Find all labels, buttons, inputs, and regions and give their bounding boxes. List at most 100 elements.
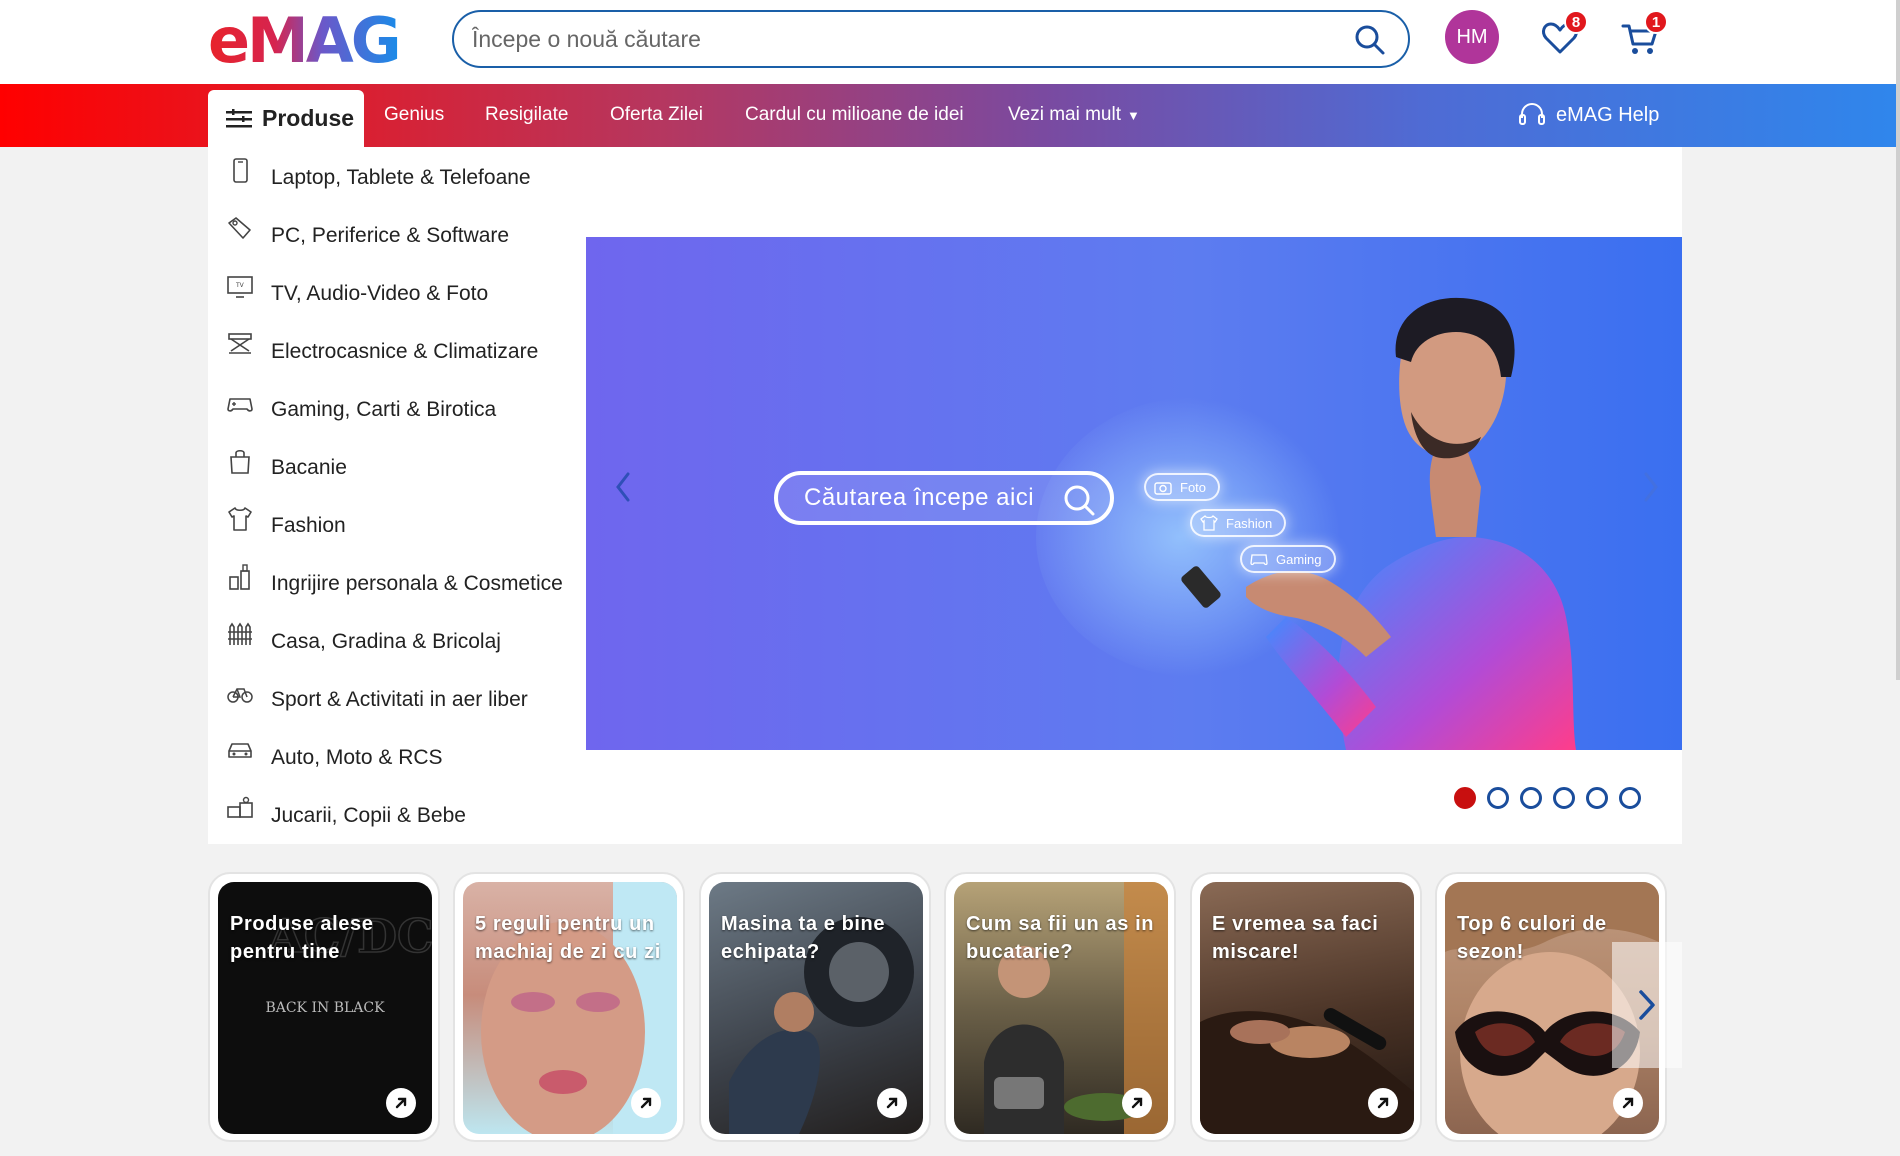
category-label: Jucarii, Copii & Bebe	[271, 804, 466, 827]
nav-item-vezi-mai-mult[interactable]: Vezi mai mult ▼	[1008, 104, 1140, 126]
arrow-up-right-icon[interactable]	[386, 1088, 416, 1118]
category-laptop[interactable]: Laptop, Tablete & Telefoane	[208, 147, 586, 205]
story-cards: AC/DC BACK IN BLACK Produse alese pentru…	[208, 872, 1678, 1142]
carousel-dot[interactable]	[1619, 787, 1641, 809]
category-label: Bacanie	[271, 456, 347, 479]
category-label: Ingrijire personala & Cosmetice	[271, 572, 563, 595]
caret-down-icon: ▼	[1126, 108, 1140, 123]
arrow-up-right-icon[interactable]	[1368, 1088, 1398, 1118]
search-icon[interactable]	[1354, 24, 1386, 56]
chip-label: Foto	[1180, 479, 1207, 495]
card-title: 5 reguli pentru un machiaj de zi cu zi	[475, 913, 661, 963]
category-label: Fashion	[271, 514, 346, 537]
arrow-up-right-icon[interactable]	[1613, 1088, 1643, 1118]
gamepad-icon	[227, 398, 253, 412]
tshirt-icon	[1200, 515, 1218, 531]
hero-background	[586, 237, 1682, 750]
card-subtitle: BACK IN BLACK	[265, 1000, 385, 1016]
favorites-button[interactable]: 8	[1540, 10, 1588, 58]
page-scrollbar[interactable]	[1896, 0, 1900, 680]
nav-item-resigilate[interactable]: Resigilate	[485, 104, 568, 126]
card-title: E vremea sa faci miscare!	[1212, 913, 1379, 963]
bicycle-icon	[227, 688, 253, 703]
category-gaming[interactable]: Gaming, Carti & Birotica	[208, 379, 586, 437]
appliance-icon	[228, 333, 252, 354]
card-title: Top 6 culori de sezon!	[1457, 913, 1607, 963]
carousel-dot[interactable]	[1454, 787, 1476, 809]
story-card[interactable]: 5 reguli pentru un machiaj de zi cu zi	[453, 872, 685, 1142]
gamepad-icon	[1250, 554, 1268, 566]
story-card[interactable]: AC/DC BACK IN BLACK Produse alese pentru…	[208, 872, 440, 1142]
avatar-initials: HM	[1456, 25, 1488, 48]
card-image: AC/DC BACK IN BLACK Produse alese pentru…	[218, 882, 432, 1134]
fence-icon	[228, 622, 252, 645]
category-label: PC, Periferice & Software	[271, 224, 510, 247]
toys-icon	[227, 796, 253, 818]
category-sidebar: Laptop, Tablete & Telefoane PC, Periferi…	[208, 147, 586, 844]
emag-logo[interactable]: eMAG	[208, 4, 420, 77]
favorites-badge: 8	[1564, 10, 1588, 34]
nav-produse-label: Produse	[262, 105, 355, 131]
category-label: Gaming, Carti & Birotica	[271, 398, 497, 421]
carousel-dot[interactable]	[1553, 787, 1575, 809]
category-cosmetice[interactable]: Ingrijire personala & Cosmetice	[208, 553, 586, 611]
hero-carousel: Căutarea începe aici Foto Fashion Gaming	[586, 147, 1682, 844]
nav-item-cardul[interactable]: Cardul cu milioane de idei	[745, 104, 964, 126]
cosmetics-icon	[229, 564, 250, 590]
menu-icon	[226, 108, 252, 127]
category-bacanie[interactable]: Bacanie	[208, 437, 586, 495]
car-icon	[228, 743, 252, 758]
story-card[interactable]: Cum sa fii un as in bucatarie?	[944, 872, 1176, 1142]
category-casa[interactable]: Casa, Gradina & Bricolaj	[208, 611, 586, 669]
vezi-mai-mult-label: Vezi mai mult	[1008, 104, 1121, 125]
card-image: Cum sa fii un as in bucatarie?	[954, 882, 1168, 1134]
category-label: Casa, Gradina & Bricolaj	[271, 630, 501, 653]
card-title: Masina ta e bine echipata?	[721, 913, 886, 963]
card-image: E vremea sa faci miscare!	[1200, 882, 1414, 1134]
category-label: Auto, Moto & RCS	[271, 746, 443, 769]
category-tv[interactable]: TV TV, Audio-Video & Foto	[208, 263, 586, 321]
arrow-up-right-icon[interactable]	[877, 1088, 907, 1118]
chip-label: Fashion	[1226, 515, 1273, 531]
arrow-up-right-icon[interactable]	[631, 1088, 661, 1118]
card-title: Cum sa fii un as in bucatarie?	[966, 913, 1155, 963]
category-fashion[interactable]: Fashion	[208, 495, 586, 553]
phone-icon	[233, 158, 248, 183]
story-card[interactable]: Masina ta e bine echipata?	[699, 872, 931, 1142]
category-electrocasnice[interactable]: Electrocasnice & Climatizare	[208, 321, 586, 379]
tv-icon: TV	[227, 276, 253, 298]
category-label: Electrocasnice & Climatizare	[271, 340, 539, 363]
carousel-dot[interactable]	[1520, 787, 1542, 809]
carousel-dot[interactable]	[1487, 787, 1509, 809]
hero-search-pill[interactable]: Căutarea începe aici	[774, 471, 1114, 525]
nav-help-link[interactable]: eMAG Help	[1518, 102, 1659, 128]
category-auto[interactable]: Auto, Moto & RCS	[208, 727, 586, 785]
card-image: Masina ta e bine echipata?	[709, 882, 923, 1134]
search-icon	[1064, 485, 1095, 516]
carousel-next-icon[interactable]	[1636, 462, 1666, 512]
headset-icon	[1519, 102, 1545, 125]
user-avatar[interactable]: HM	[1445, 10, 1499, 64]
card-image: 5 reguli pentru un machiaj de zi cu zi	[463, 882, 677, 1134]
search-input[interactable]	[472, 20, 1322, 58]
story-card[interactable]: E vremea sa faci miscare!	[1190, 872, 1422, 1142]
nav-produse-button[interactable]: Produse	[208, 90, 364, 147]
carousel-prev-icon[interactable]	[608, 462, 638, 512]
category-jucarii[interactable]: Jucarii, Copii & Bebe	[208, 785, 586, 843]
category-sport[interactable]: Sport & Activitati in aer liber	[208, 669, 586, 727]
category-pc[interactable]: PC, Periferice & Software	[208, 205, 586, 263]
chevron-right-icon	[1639, 990, 1655, 1020]
carousel-dot[interactable]	[1586, 787, 1608, 809]
search-box[interactable]	[452, 10, 1410, 68]
cart-badge: 1	[1644, 10, 1668, 34]
nav-item-oferta-zilei[interactable]: Oferta Zilei	[610, 104, 703, 126]
svg-text:TV: TV	[235, 282, 245, 289]
tshirt-icon	[228, 507, 252, 531]
main-navbar: Produse Genius Resigilate Oferta Zilei C…	[0, 84, 1896, 147]
category-label: Laptop, Tablete & Telefoane	[271, 166, 531, 189]
arrow-up-right-icon[interactable]	[1122, 1088, 1152, 1118]
hero-banner[interactable]: Căutarea începe aici Foto Fashion Gaming	[586, 237, 1682, 750]
nav-item-genius[interactable]: Genius	[384, 104, 444, 126]
cart-button[interactable]: 1	[1620, 10, 1668, 58]
tag-icon	[228, 217, 251, 239]
